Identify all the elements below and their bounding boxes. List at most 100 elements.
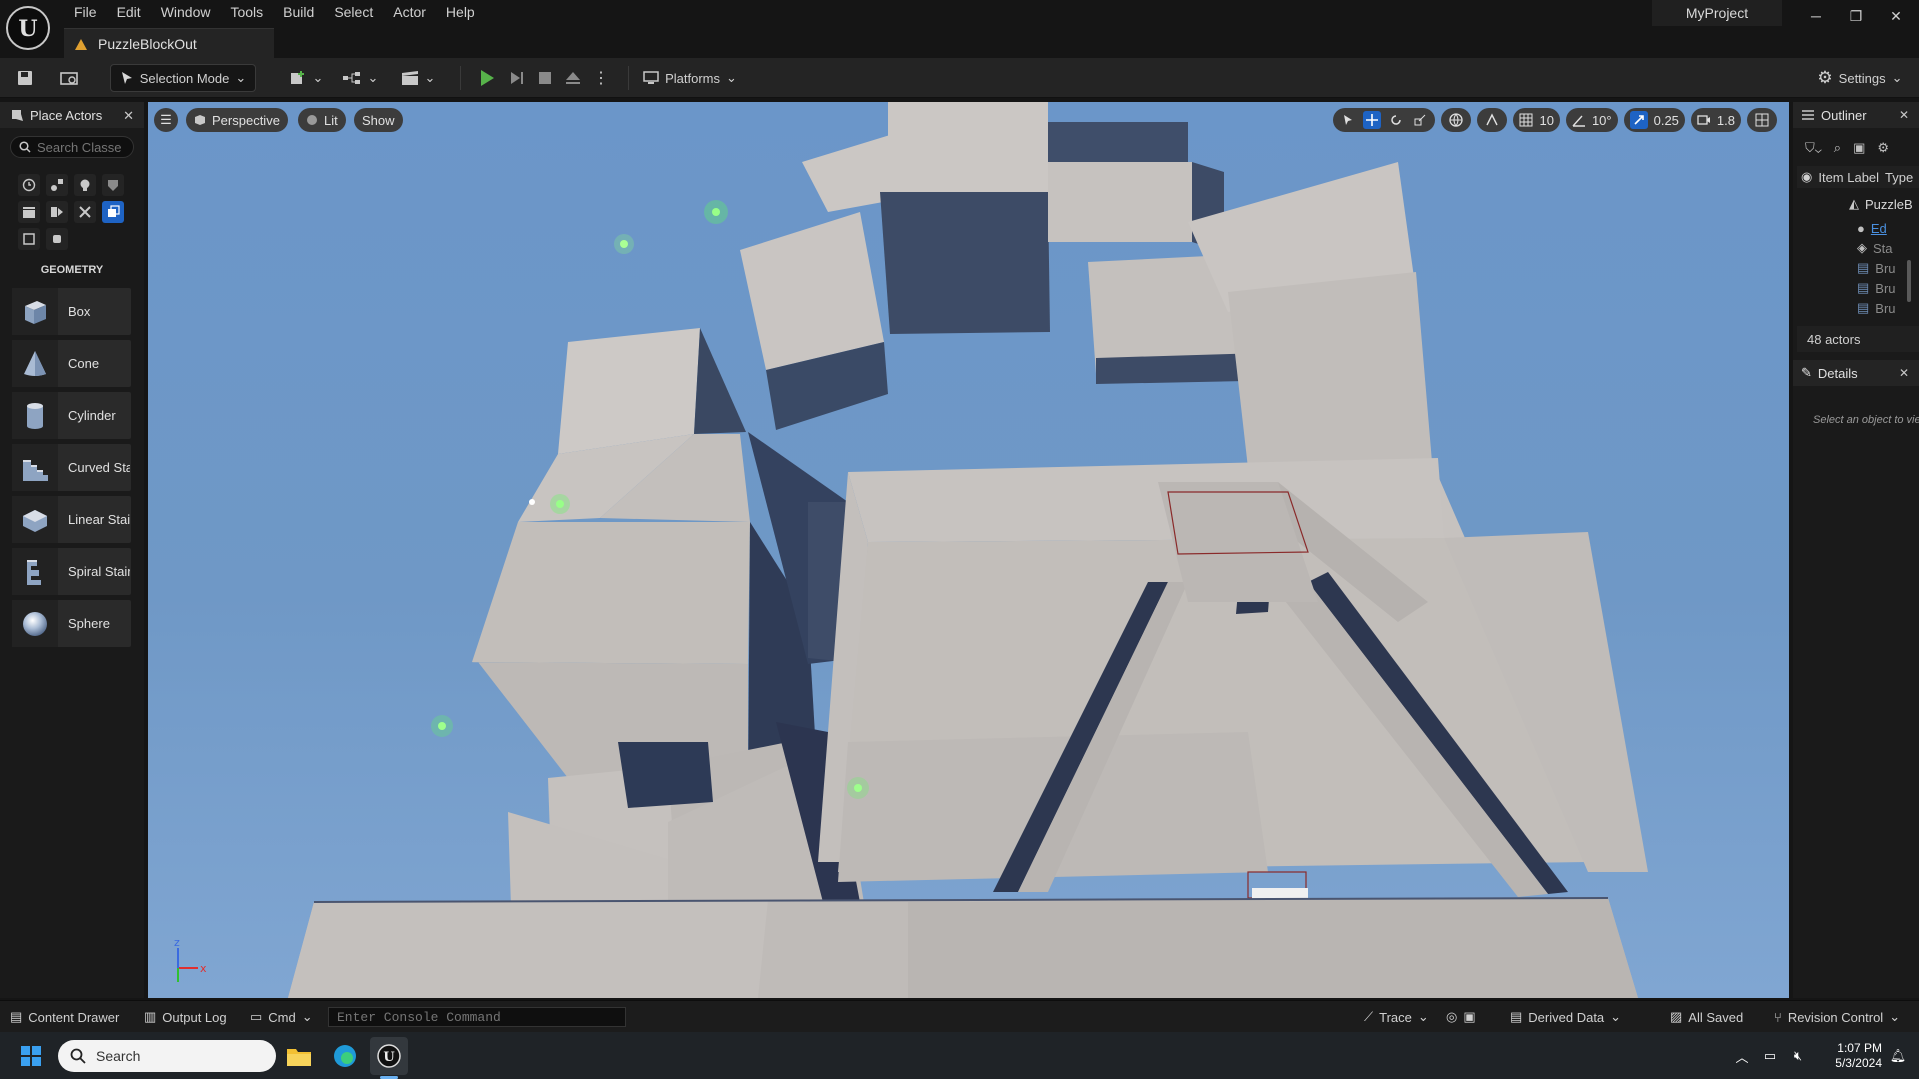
volumes-category-button[interactable] [74,201,96,223]
place-cylinder-item[interactable]: Cylinder [12,392,131,439]
camera-speed-group[interactable]: 1.8 [1690,108,1741,132]
place-box-item[interactable]: Box [12,288,131,335]
taskbar-clock[interactable]: 1:07 PM 5/3/2024 [1818,1041,1882,1071]
cmd-dropdown[interactable]: ▭ Cmd ⌄ [250,1007,313,1027]
place-sphere-item[interactable]: Sphere [12,600,131,647]
browse-button[interactable] [56,64,82,92]
minimize-button[interactable]: ─ [1796,2,1836,30]
place-spiral-stair-item[interactable]: Spiral Stair [12,548,131,595]
settings-dropdown[interactable]: ⚙ Settings ⌄ [1810,64,1910,92]
search-icon[interactable]: ⌕ [1834,140,1841,156]
perspective-button[interactable]: Perspective [186,108,288,132]
basic-category-button[interactable] [46,174,68,196]
eject-button[interactable] [560,64,586,92]
restore-button[interactable]: ❐ [1836,2,1876,30]
selection-mode-dropdown[interactable]: Selection Mode ⌄ [110,64,256,92]
record-button[interactable]: ◎ ▣ [1446,1007,1476,1027]
close-icon[interactable]: ✕ [1899,366,1909,380]
scale-tool-button[interactable] [1411,111,1429,129]
place-curved-stair-item[interactable]: Curved Stair [12,444,131,491]
grid-snap-group[interactable]: 10 [1513,108,1560,132]
geometry-category-button[interactable] [102,201,124,223]
outliner-scrollbar[interactable] [1907,260,1911,302]
menu-tools[interactable]: Tools [220,2,273,22]
level-tab[interactable]: PuzzleBlockOut [64,28,274,58]
viewport-layout-button[interactable] [1753,111,1771,129]
console-command-input[interactable] [328,1007,626,1027]
content-drawer-button[interactable]: ▤ Content Drawer [10,1007,119,1027]
show-button[interactable]: Show [354,108,403,132]
class-search[interactable] [10,136,134,158]
scene-render[interactable]: x z [148,102,1789,998]
scale-snap-group[interactable]: 0.25 [1623,108,1685,132]
outliner-row-level[interactable]: ◭ PuzzleBlockOut [1797,194,1913,214]
outliner-row[interactable]: ● Ed [1797,218,1913,238]
surface-snap-button[interactable] [1483,111,1501,129]
viewport-menu-button[interactable]: ☰ [154,108,178,132]
close-icon[interactable]: ✕ [123,108,134,124]
outliner-row[interactable]: ▤ Bru [1797,278,1913,298]
menu-edit[interactable]: Edit [107,2,151,22]
rotation-snap-group[interactable]: 10° [1565,108,1618,132]
eye-icon[interactable]: ◉ [1801,169,1812,185]
play-button[interactable] [474,64,500,92]
play-options-button[interactable]: ⋮ [588,64,614,92]
save-button[interactable] [12,64,38,92]
add-actor-button[interactable]: ⌄ [286,64,326,92]
view-mode-button[interactable]: Lit [298,108,346,132]
class-search-input[interactable] [37,139,121,155]
cinematics-button[interactable]: ⌄ [398,64,438,92]
filter-icon[interactable]: ⛉⌄ [1805,140,1822,156]
network-button[interactable]: ▭ [1758,1037,1782,1075]
place-actors-tab[interactable]: Place Actors ✕ [0,102,144,128]
menu-file[interactable]: File [64,2,107,22]
derived-data-dropdown[interactable]: ▤ Derived Data ⌄ [1510,1007,1621,1027]
notifications-button[interactable]: 🔔︎ [1886,1037,1910,1075]
outliner-row[interactable]: ◈ Sta [1797,238,1913,258]
edge-browser-button[interactable] [326,1037,364,1075]
close-icon[interactable]: ✕ [1899,108,1909,122]
trace-dropdown[interactable]: ⟋ Trace ⌄ [1364,1007,1429,1027]
unreal-editor-taskbar-button[interactable]: U [370,1037,408,1075]
blueprints-button[interactable]: ⌄ [340,64,380,92]
stop-button[interactable] [532,64,558,92]
revision-control-dropdown[interactable]: ⑂ Revision Control ⌄ [1774,1007,1900,1027]
cinematic-category-button[interactable] [18,201,40,223]
save-status-button[interactable]: ▨ All Saved [1670,1007,1743,1027]
outliner-row[interactable]: ▤ Bru [1797,298,1913,318]
more-category-button[interactable] [46,228,68,250]
place-cone-item[interactable]: Cone [12,340,131,387]
menu-select[interactable]: Select [324,2,383,22]
lights-category-button[interactable] [74,174,96,196]
taskbar-search[interactable]: Search [58,1040,276,1072]
close-window-button[interactable]: ✕ [1876,2,1916,30]
file-explorer-button[interactable] [280,1037,318,1075]
scale-snap-toggle[interactable] [1629,111,1648,129]
output-log-button[interactable]: ▥ Output Log [144,1007,227,1027]
column-type[interactable]: Type [1885,170,1913,185]
gear-icon[interactable]: ⚙ [1877,140,1889,156]
select-tool-button[interactable] [1339,111,1357,129]
show-hidden-icons-button[interactable]: ︿ [1730,1037,1754,1075]
details-tab[interactable]: ✎ Details ✕ [1793,360,1919,386]
world-space-button[interactable] [1447,111,1465,129]
all-classes-category-button[interactable] [18,228,40,250]
advance-frame-button[interactable] [504,64,530,92]
visual-effects-category-button[interactable] [46,201,68,223]
translate-tool-button[interactable] [1363,111,1382,129]
outliner-row[interactable]: ▤ Bru [1797,258,1913,278]
shapes-category-button[interactable] [102,174,124,196]
level-viewport[interactable]: x z ☰ Perspective Lit Show 10 10° 0.25 1… [148,102,1789,998]
menu-help[interactable]: Help [436,2,485,22]
menu-build[interactable]: Build [273,2,324,22]
rotate-tool-button[interactable] [1387,111,1405,129]
volume-button[interactable]: 🔇︎ [1786,1037,1810,1075]
place-linear-stair-item[interactable]: Linear Stair [12,496,131,543]
menu-window[interactable]: Window [151,2,221,22]
unreal-logo-icon[interactable]: U [6,6,50,50]
recent-category-button[interactable] [18,174,40,196]
add-folder-icon[interactable]: ▣ [1853,140,1865,156]
platforms-dropdown[interactable]: Platforms ⌄ [640,64,740,92]
column-item-label[interactable]: Item Label [1818,170,1879,185]
menu-actor[interactable]: Actor [383,2,436,22]
